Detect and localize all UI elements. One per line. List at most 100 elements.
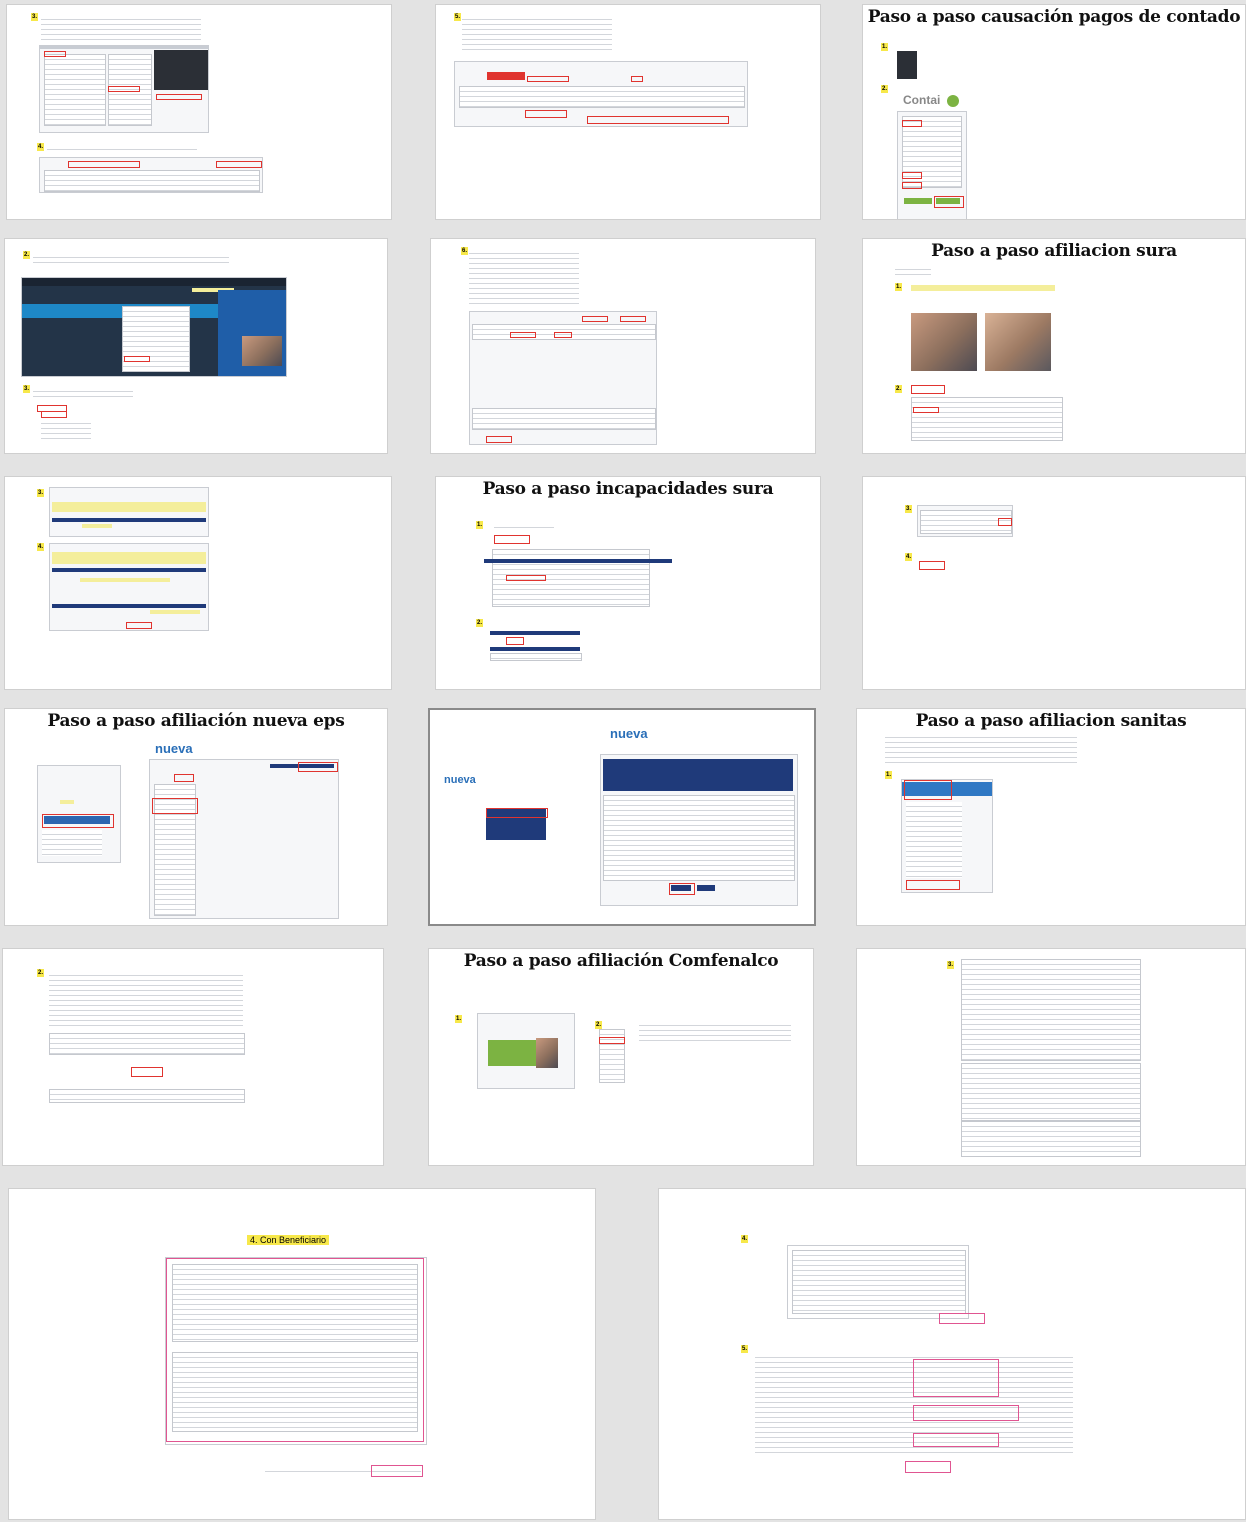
login-screenshot [897, 111, 967, 219]
step-number: 2. [881, 85, 889, 93]
form-screenshot [961, 1121, 1141, 1157]
slide-nueva-eps: Paso a paso afiliación nueva eps nueva [4, 708, 388, 926]
notice-bar [911, 285, 1055, 291]
step-number: 3. [31, 13, 39, 21]
menu-callout [506, 575, 546, 581]
step-number: 2. [476, 619, 484, 627]
menu-screenshot [39, 45, 209, 133]
slide-causacion-step6: 6. [430, 238, 816, 454]
step-number: 1. [881, 43, 889, 51]
slide-comfenalco-steps: 4. 5. [658, 1188, 1246, 1520]
contai-logo-circle [947, 95, 959, 107]
button-callout [939, 1313, 985, 1324]
form-screenshot [961, 1063, 1141, 1121]
nueva-logo: nueva [444, 774, 476, 786]
portal-screenshot [149, 759, 339, 919]
form-screenshot [961, 959, 1141, 1061]
slide-sura-incapacidades-2: 3. 4. [862, 476, 1246, 690]
upload-row [49, 1089, 245, 1103]
text-lines [47, 145, 197, 151]
slide-sanitas: Paso a paso afiliacion sanitas 1. [856, 708, 1246, 926]
step-number: 2. [23, 251, 31, 259]
button-callout [131, 1067, 163, 1077]
slide-beneficiario: 4. Con Beneficiario [8, 1188, 596, 1520]
step-number: 4. [37, 143, 45, 151]
menu-callout [911, 385, 945, 394]
form-screenshot [454, 61, 748, 127]
step-number: 1. [476, 521, 484, 529]
step-number: 3. [947, 961, 955, 969]
photo-card [985, 313, 1051, 371]
step-number: 3. [23, 385, 31, 393]
field-callout [913, 1359, 999, 1397]
menu-items [41, 419, 91, 443]
slide-comfenalco: Paso a paso afiliación Comfenalco 1. 2. [428, 948, 814, 1166]
portal-screenshot [477, 1013, 575, 1089]
slide-comfenalco-form: 3. [856, 948, 1246, 1166]
text-lines [469, 249, 579, 305]
menu-callout [486, 808, 548, 818]
menu-screenshot [901, 779, 993, 893]
menu-panel [911, 397, 1063, 441]
slide-causacion-title: Paso a paso causación pagos de contado 1… [862, 4, 1246, 220]
field-callout [506, 637, 524, 645]
slide-nueva-eps-2: nueva nueva [428, 708, 816, 926]
text-lines [462, 15, 612, 51]
menu-bar [484, 559, 672, 563]
text-lines [891, 87, 1101, 91]
step-number: 1. [455, 1015, 463, 1023]
menu-callout [41, 411, 67, 418]
slide-title: Paso a paso incapacidades sura [482, 479, 774, 499]
slide-title: Paso a paso afiliacion sura [931, 241, 1177, 261]
nueva-logo: nueva [155, 741, 193, 756]
form-screenshot [39, 157, 263, 193]
desktop-screenshot [21, 277, 287, 377]
step-number: 3. [37, 489, 45, 497]
text-lines [885, 733, 1077, 763]
text-lines [639, 1021, 791, 1043]
menu-callout [913, 407, 939, 413]
slide-sura-steps: 3. 4. [4, 476, 392, 690]
nueva-logo: nueva [610, 726, 648, 741]
text-lines [895, 265, 931, 277]
text-lines [41, 15, 201, 41]
button-callout [905, 1461, 951, 1473]
photo-card [911, 313, 977, 371]
beneficiario-badge: 4. Con Beneficiario [247, 1235, 330, 1245]
form-header [490, 647, 580, 651]
slide-title: Paso a paso causación pagos de contado [867, 7, 1241, 27]
field-callout [913, 1405, 1019, 1421]
form-screenshot [49, 487, 209, 537]
form-screenshot [600, 754, 798, 906]
slide-causacion-step2: 2. 3. [4, 238, 388, 454]
text-lines [33, 387, 133, 399]
step-number: 1. [895, 283, 903, 291]
form-fields [49, 971, 243, 1027]
form-screenshot [49, 543, 209, 631]
button-callout [919, 561, 945, 570]
login-screenshot [37, 765, 121, 863]
field-callout [913, 1433, 999, 1447]
text-lines [494, 523, 554, 531]
button-callout [371, 1465, 423, 1477]
step-number: 2. [37, 969, 45, 977]
text-lines [33, 253, 229, 263]
slide-title: Paso a paso afiliación Comfenalco [463, 951, 779, 971]
contai-logo: Contai [903, 93, 941, 107]
slide-title: Paso a paso afiliación nueva eps [47, 711, 345, 731]
step-number: 4. [905, 553, 913, 561]
slide-causacion-step3: 3. 4. [6, 4, 392, 220]
step-number: 2. [595, 1021, 603, 1029]
form-header [490, 631, 580, 635]
step-number: 6. [461, 247, 469, 255]
step-number: 5. [741, 1345, 749, 1353]
menu-callout [494, 535, 530, 544]
beneficiarios-form [165, 1257, 427, 1445]
step-number: 4. [741, 1235, 749, 1243]
slide-sura-afiliacion: Paso a paso afiliacion sura 1. 2. [862, 238, 1246, 454]
form-screenshot [787, 1245, 969, 1319]
step-number: 3. [905, 505, 913, 513]
form-fields [49, 1033, 245, 1055]
step-number: 4. [37, 543, 45, 551]
step-number: 2. [895, 385, 903, 393]
